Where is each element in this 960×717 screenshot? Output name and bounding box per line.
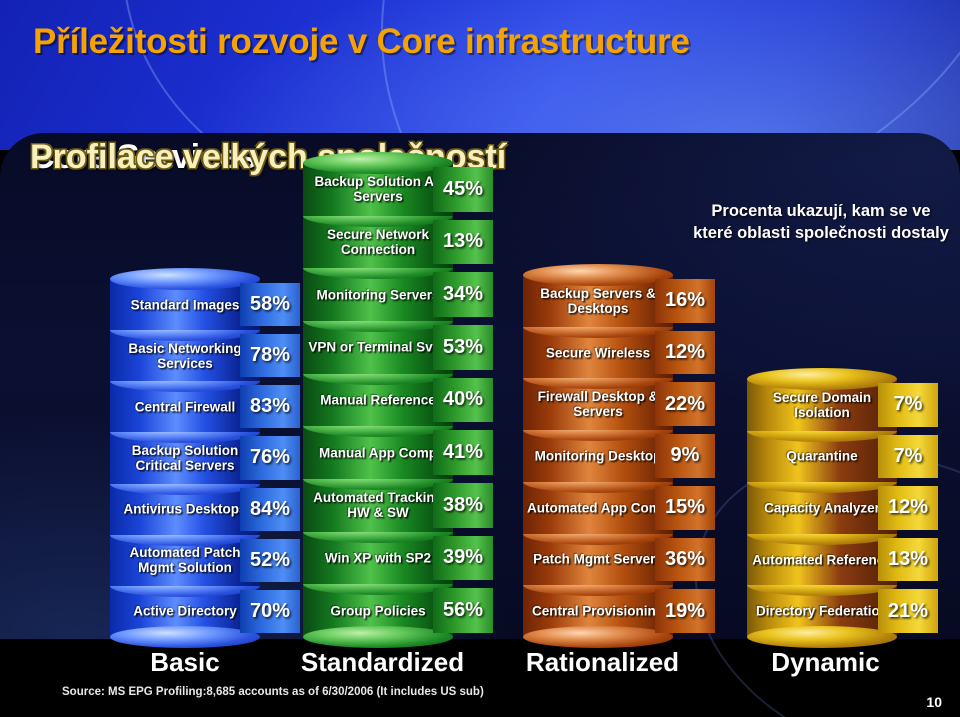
slide-page-number: 10 — [926, 694, 942, 710]
axis-label-dynamic: Dynamic — [771, 647, 880, 677]
segment-label: Directory Federation — [755, 603, 889, 619]
stack-segment[interactable]: Automated Reference — [747, 522, 897, 586]
segment-percentage-box[interactable]: 7% — [878, 383, 938, 427]
stack-segment[interactable]: Quarantine — [747, 419, 897, 483]
segment-percentage-box[interactable]: 21% — [878, 589, 938, 633]
segment-label: Secure Domain Isolation — [772, 389, 872, 420]
source-footnote: Source: MS EPG Profiling:8,685 accounts … — [62, 686, 484, 698]
segment-top-cap — [747, 368, 897, 390]
maturity-stack-dynamic: Secure Domain Isolation 7% Quarantine 7% Cap… — [0, 0, 960, 717]
segment-label: Capacity Analyzer — [764, 500, 880, 516]
segment-label: Quarantine — [786, 448, 858, 464]
segment-label: Automated Reference — [752, 552, 892, 568]
stack-segment[interactable]: Directory Federation — [747, 574, 897, 648]
axis-label-standardized: Standardized — [300, 647, 465, 677]
axis-label-basic: Basic — [150, 647, 220, 677]
stack-segment[interactable]: Capacity Analyzer — [747, 471, 897, 534]
percentage-note: Procenta ukazují, kam se ve které oblast… — [693, 202, 949, 243]
stack-segment[interactable]: Secure Domain Isolation — [747, 368, 897, 431]
axis-label-rationalized: Rationalized — [525, 647, 680, 677]
segment-percentage-box[interactable]: 12% — [878, 486, 938, 530]
segment-percentage-box[interactable]: 7% — [878, 434, 938, 479]
segment-bottom-cap — [747, 625, 897, 648]
segment-percentage-box[interactable]: 13% — [878, 537, 938, 582]
